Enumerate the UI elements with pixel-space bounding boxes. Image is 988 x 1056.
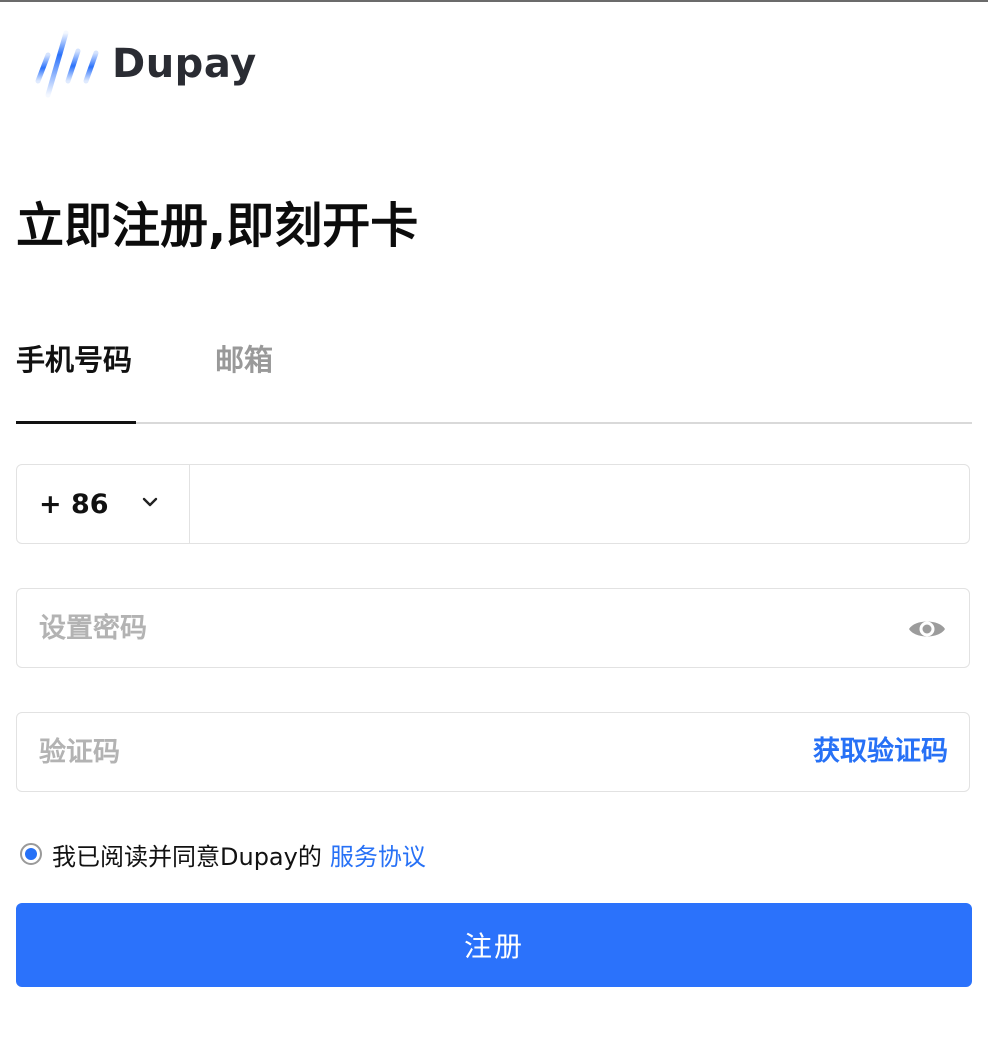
active-tab-indicator (16, 421, 136, 424)
register-button[interactable]: 注册 (16, 903, 972, 987)
country-code-select[interactable]: + 86 (17, 465, 190, 543)
signup-method-tabs: 手机号码 邮箱 (16, 332, 972, 424)
agreement-radio[interactable] (20, 843, 42, 865)
logo-mark-icon (35, 30, 99, 98)
page-title: 立即注册,即刻开卡 (16, 198, 419, 254)
verification-code-input[interactable] (17, 713, 777, 791)
agreement-row: 我已阅读并同意Dupay的 服务协议 (20, 837, 426, 872)
agreement-text: 我已阅读并同意Dupay的 (52, 842, 322, 871)
eye-icon[interactable] (907, 616, 947, 642)
brand-logo: Dupay (32, 28, 257, 100)
get-code-button[interactable]: 获取验证码 (813, 713, 948, 791)
tab-email[interactable]: 邮箱 (215, 340, 273, 380)
country-code-value: + 86 (39, 488, 109, 520)
brand-name: Dupay (112, 41, 257, 87)
top-border (0, 0, 988, 2)
phone-field: + 86 (16, 464, 970, 544)
verification-code-field: 获取验证码 (16, 712, 970, 792)
service-agreement-link[interactable]: 服务协议 (330, 837, 426, 872)
password-input[interactable] (17, 589, 877, 667)
radio-selected-dot (25, 848, 37, 860)
password-field (16, 588, 970, 668)
chevron-down-icon (142, 497, 158, 507)
phone-number-input[interactable] (191, 465, 961, 543)
tab-phone[interactable]: 手机号码 (16, 340, 136, 380)
